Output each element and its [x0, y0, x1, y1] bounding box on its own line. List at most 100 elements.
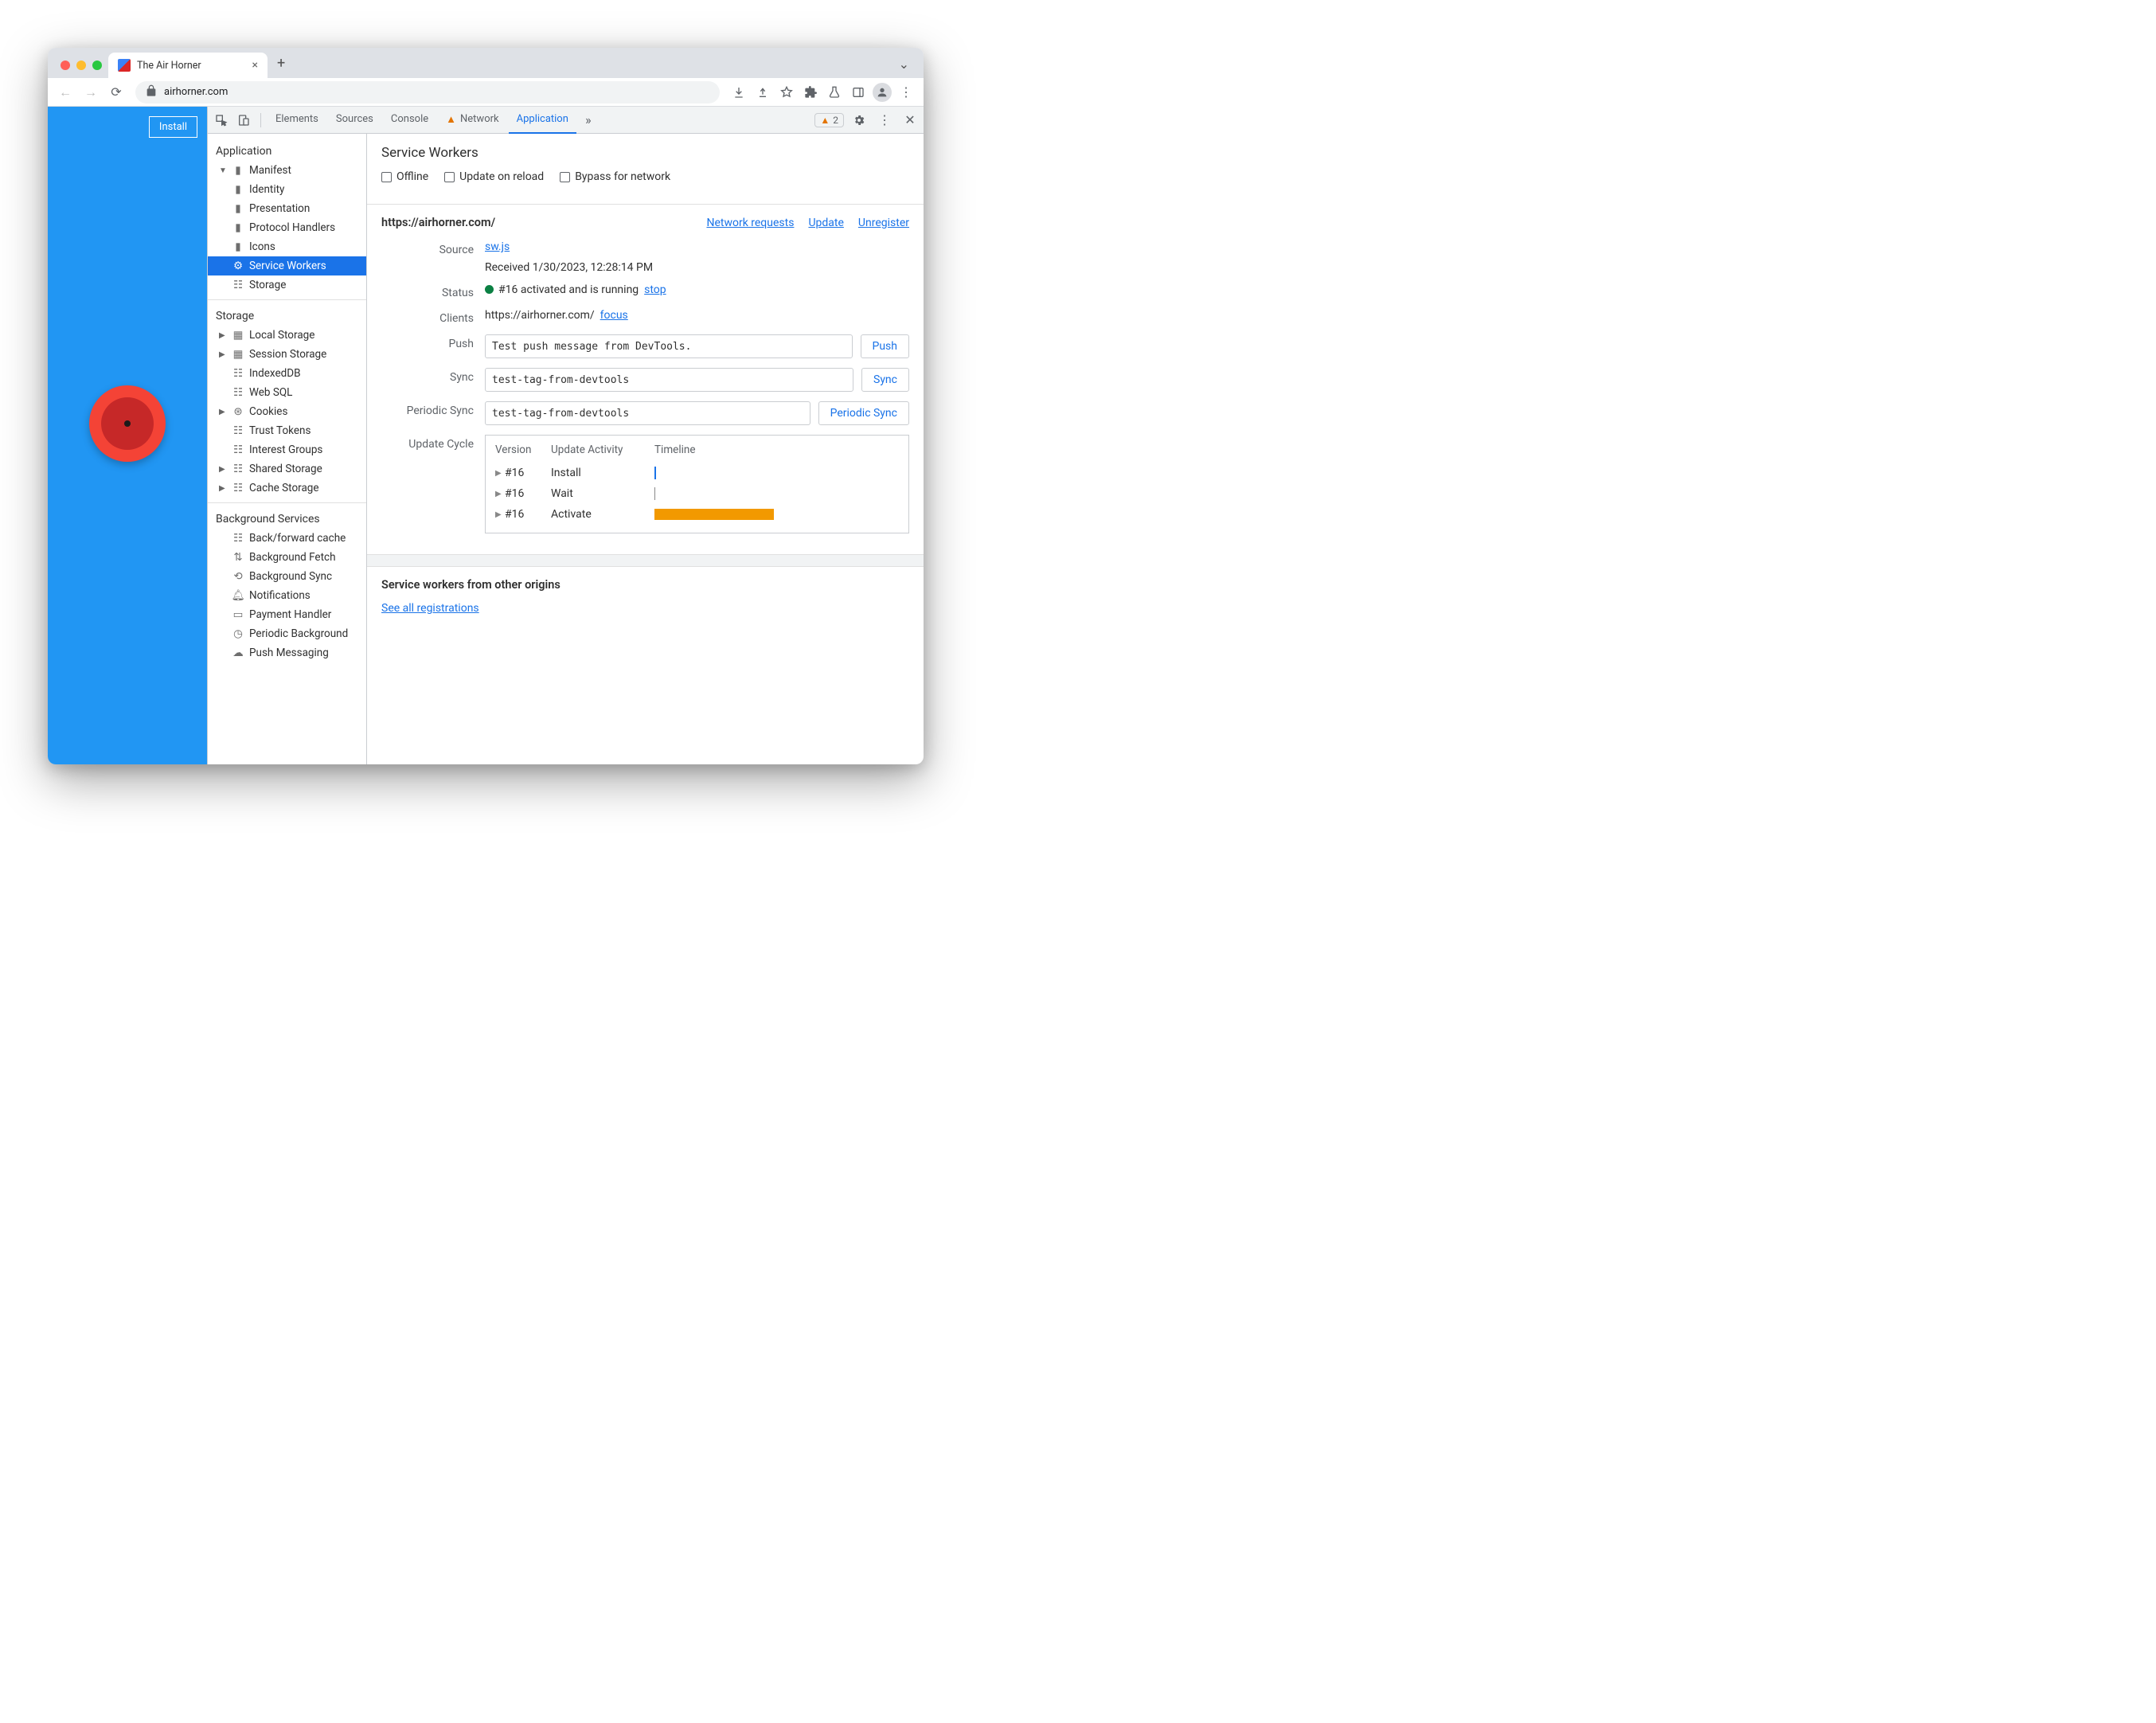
warning-icon: ▲ [446, 113, 456, 126]
sidebar-item-protocol-handlers[interactable]: ▮Protocol Handlers [208, 218, 366, 237]
tab-list-chevron-icon[interactable]: ⌄ [891, 57, 917, 78]
warning-icon: ▲ [820, 115, 830, 126]
push-button[interactable]: Push [861, 334, 910, 358]
file-icon: ▮ [232, 183, 244, 196]
sidebar-item-icons[interactable]: ▮Icons [208, 237, 366, 256]
sidebar-item-indexeddb[interactable]: ☷IndexedDB [208, 364, 366, 383]
link-unregister[interactable]: Unregister [858, 217, 909, 229]
checkbox-bypass-network[interactable]: Bypass for network [560, 170, 670, 183]
devtools-menu-icon[interactable]: ⋮ [874, 110, 895, 131]
database-icon: ☷ [232, 482, 244, 494]
new-tab-button[interactable]: + [268, 55, 295, 78]
tab-title: The Air Horner [137, 60, 201, 72]
issues-badge[interactable]: ▲2 [814, 113, 844, 127]
checkbox-update-on-reload[interactable]: Update on reload [444, 170, 544, 183]
checkbox-offline[interactable]: Offline [381, 170, 428, 183]
reload-button[interactable]: ⟳ [105, 81, 127, 104]
sidebar-item-cookies[interactable]: ▶⊛Cookies [208, 402, 366, 421]
periodic-sync-input[interactable] [485, 401, 810, 425]
database-icon: ☷ [232, 367, 244, 380]
close-devtools-icon[interactable]: ✕ [900, 110, 920, 131]
install-button[interactable]: Install [149, 116, 197, 138]
back-button[interactable]: ← [54, 81, 76, 104]
device-toolbar-icon[interactable] [233, 110, 254, 131]
labs-icon[interactable] [823, 81, 846, 104]
sidebar-item-identity[interactable]: ▮Identity [208, 180, 366, 199]
label-status: Status [381, 283, 485, 299]
sidebar-item-service-workers[interactable]: ⚙Service Workers [208, 256, 366, 275]
sidebar-item-storage[interactable]: ☷Storage [208, 275, 366, 295]
table-icon: ▦ [232, 348, 244, 361]
favicon [118, 59, 131, 72]
col-version: Version [495, 443, 551, 456]
status-dot-icon [485, 285, 494, 294]
tab-sources[interactable]: Sources [328, 107, 381, 134]
sidebar-item-shared-storage[interactable]: ▶☷Shared Storage [208, 459, 366, 479]
maximize-window[interactable] [92, 61, 102, 70]
sidebar-item-presentation[interactable]: ▮Presentation [208, 199, 366, 218]
forward-button[interactable]: → [80, 81, 102, 104]
sidebar-item-background-fetch[interactable]: ⇅Background Fetch [208, 548, 366, 567]
side-panel-icon[interactable] [847, 81, 869, 104]
air-horn-button[interactable] [89, 385, 166, 462]
sidebar-item-payment-handler[interactable]: ▭Payment Handler [208, 605, 366, 624]
link-see-all-registrations[interactable]: See all registrations [381, 602, 479, 615]
minimize-window[interactable] [76, 61, 86, 70]
close-tab-icon[interactable]: × [252, 59, 258, 72]
devtools-panel: Elements Sources Console ▲Network Applic… [207, 107, 924, 764]
tab-console[interactable]: Console [383, 107, 436, 134]
sidebar-item-manifest[interactable]: ▼▮Manifest [208, 161, 366, 180]
label-source: Source [381, 240, 485, 256]
push-input[interactable] [485, 334, 853, 358]
profile-avatar[interactable] [871, 81, 893, 104]
label-sync: Sync [381, 368, 485, 384]
sidebar-item-periodic-background[interactable]: ◷Periodic Background [208, 624, 366, 643]
address-bar[interactable]: airhorner.com [135, 81, 720, 104]
gear-icon: ⚙ [232, 260, 244, 272]
browser-window: The Air Horner × + ⌄ ← → ⟳ airhorner.com… [48, 48, 924, 764]
service-workers-main: Service Workers Offline Update on reload… [367, 134, 924, 764]
tab-network[interactable]: ▲Network [438, 107, 506, 134]
bookmark-star-icon[interactable] [775, 81, 798, 104]
label-clients: Clients [381, 309, 485, 325]
sidebar-item-trust-tokens[interactable]: ☷Trust Tokens [208, 421, 366, 440]
browser-tab[interactable]: The Air Horner × [108, 53, 268, 78]
tab-elements[interactable]: Elements [268, 107, 326, 134]
file-icon: ▮ [232, 202, 244, 215]
browser-menu-icon[interactable]: ⋮ [895, 81, 917, 104]
sidebar-item-local-storage[interactable]: ▶▦Local Storage [208, 326, 366, 345]
sidebar-item-web-sql[interactable]: ☷Web SQL [208, 383, 366, 402]
sidebar-section-application: Application [208, 140, 366, 161]
sidebar-item-background-sync[interactable]: ⟲Background Sync [208, 567, 366, 586]
cloud-icon: ☁ [232, 647, 244, 659]
sync-button[interactable]: Sync [861, 368, 909, 392]
bell-icon: 🔔︎ [232, 589, 244, 602]
sync-input[interactable] [485, 368, 853, 392]
sidebar-item-cache-storage[interactable]: ▶☷Cache Storage [208, 479, 366, 498]
more-tabs-icon[interactable]: » [578, 110, 599, 131]
tab-application[interactable]: Application [509, 107, 576, 134]
sidebar-item-push-messaging[interactable]: ☁Push Messaging [208, 643, 366, 662]
update-cycle-table: Version Update Activity Timeline ▶ #16 I… [485, 435, 909, 533]
expand-icon[interactable]: ▶ [495, 490, 505, 498]
link-focus[interactable]: focus [600, 309, 628, 322]
cycle-row-install: ▶ #16 Install [495, 463, 899, 483]
expand-icon[interactable]: ▶ [495, 510, 505, 519]
expand-icon[interactable]: ▶ [495, 469, 505, 478]
periodic-sync-button[interactable]: Periodic Sync [818, 401, 909, 425]
extensions-icon[interactable] [799, 81, 822, 104]
settings-gear-icon[interactable] [849, 110, 869, 131]
share-icon[interactable] [752, 81, 774, 104]
timeline-tick [654, 487, 655, 500]
download-icon[interactable] [728, 81, 750, 104]
inspect-element-icon[interactable] [211, 110, 232, 131]
sidebar-item-session-storage[interactable]: ▶▦Session Storage [208, 345, 366, 364]
sidebar-item-interest-groups[interactable]: ☷Interest Groups [208, 440, 366, 459]
close-window[interactable] [61, 61, 70, 70]
link-source-file[interactable]: sw.js [485, 240, 510, 253]
sidebar-item-bf-cache[interactable]: ☷Back/forward cache [208, 529, 366, 548]
link-update[interactable]: Update [808, 217, 843, 229]
link-stop[interactable]: stop [644, 283, 666, 296]
sidebar-item-notifications[interactable]: 🔔︎Notifications [208, 586, 366, 605]
link-network-requests[interactable]: Network requests [706, 217, 794, 229]
